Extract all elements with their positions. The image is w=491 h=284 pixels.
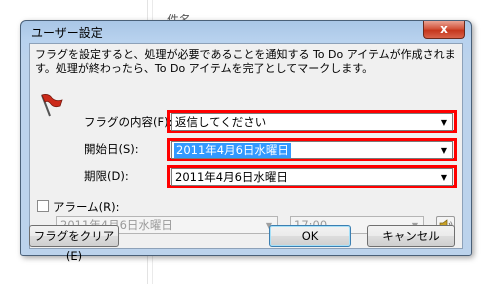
cancel-button[interactable]: キャンセル bbox=[367, 225, 455, 247]
close-icon: x bbox=[440, 22, 448, 36]
start-date-value: 2011年4月6日水曜日 bbox=[174, 143, 291, 158]
due-date-label: 期限(D): bbox=[84, 169, 129, 183]
chevron-down-icon: ▼ bbox=[440, 172, 448, 182]
clear-flag-button[interactable]: フラグをクリア(E) bbox=[29, 225, 119, 263]
flag-content-label: フラグの内容(F): bbox=[84, 115, 173, 129]
alarm-checkbox[interactable] bbox=[37, 200, 49, 212]
info-message: フラグを設定すると、処理が必要であることを通知する To Do アイテムが作成さ… bbox=[35, 48, 456, 75]
ok-button[interactable]: OK bbox=[269, 225, 351, 247]
dialog-body: フラグを設定すると、処理が必要であることを通知する To Do アイテムが作成さ… bbox=[29, 43, 463, 249]
due-date-value: 2011年4月6日水曜日 bbox=[175, 170, 288, 184]
flag-icon bbox=[41, 94, 63, 117]
alarm-label: アラーム(R): bbox=[53, 200, 120, 214]
user-settings-dialog: ユーザー設定 x フラグを設定すると、処理が必要であることを通知する To Do… bbox=[20, 20, 472, 263]
flag-content-value: 返信してください bbox=[175, 115, 267, 129]
start-date-dropdown[interactable]: 2011年4月6日水曜日 ▼ bbox=[171, 141, 453, 159]
chevron-down-icon: ▼ bbox=[440, 117, 448, 127]
dialog-title: ユーザー設定 bbox=[31, 26, 103, 40]
flag-content-dropdown[interactable]: 返信してください ▼ bbox=[171, 113, 453, 131]
chevron-down-icon: ▼ bbox=[440, 145, 448, 155]
start-date-label: 開始日(S): bbox=[84, 142, 139, 156]
close-button[interactable]: x bbox=[423, 21, 465, 39]
due-date-dropdown[interactable]: 2011年4月6日水曜日 ▼ bbox=[171, 168, 453, 186]
